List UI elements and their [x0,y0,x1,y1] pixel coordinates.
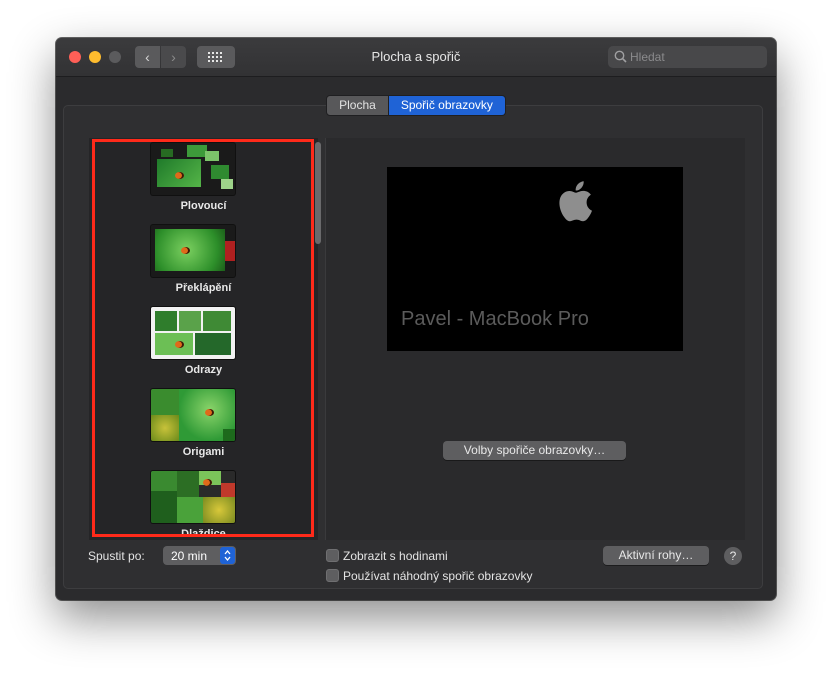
screensaver-thumbnail [151,225,235,277]
start-after-popup[interactable]: 20 min [163,546,236,565]
screensaver-thumbnail [151,143,235,195]
tab-screensaver[interactable]: Spořič obrazovky [388,95,506,116]
screensaver-label: Překlápění [175,282,232,294]
random-screensaver-label: Používat náhodný spořič obrazovky [343,569,533,583]
random-screensaver-checkbox[interactable] [326,569,339,582]
screensaver-preview: Pavel - MacBook Pro [387,167,683,351]
screensaver-thumbnail [151,471,235,523]
preferences-window: ‹ › Plocha a spořič Plocha Spoři [56,38,776,600]
screensaver-thumbnail [151,389,235,441]
start-after-value: 20 min [171,549,208,563]
preview-computer-name: Pavel - MacBook Pro [401,308,589,330]
start-after-label: Spustit po: [88,549,145,563]
screensaver-label: Odrazy [184,364,223,376]
screensaver-label: Plovoucí [180,200,227,212]
screensaver-label: Dlaždice [181,528,226,540]
updown-arrows-icon [220,547,235,564]
list-scrollbar[interactable] [315,142,321,244]
show-clock-checkbox[interactable] [326,549,339,562]
search-field[interactable] [608,46,767,68]
tab-bar: Plocha Spořič obrazovky [56,95,776,116]
apple-logo-icon [559,181,592,222]
screensaver-list[interactable]: Plovoucí Překlápění Odrazy Origami Dlažd… [89,138,318,540]
search-icon [614,50,627,63]
screensaver-label: Origami [182,446,225,458]
screensaver-options-button[interactable]: Volby spořiče obrazovky… [443,441,626,460]
screensaver-thumbnail [151,307,235,359]
hot-corners-button[interactable]: Aktivní rohy… [603,546,709,565]
search-input[interactable] [630,48,760,66]
show-clock-label: Zobrazit s hodinami [343,549,448,563]
title-bar: ‹ › Plocha a spořič [56,38,776,77]
help-button[interactable]: ? [724,547,742,565]
tab-desktop[interactable]: Plocha [326,95,389,116]
